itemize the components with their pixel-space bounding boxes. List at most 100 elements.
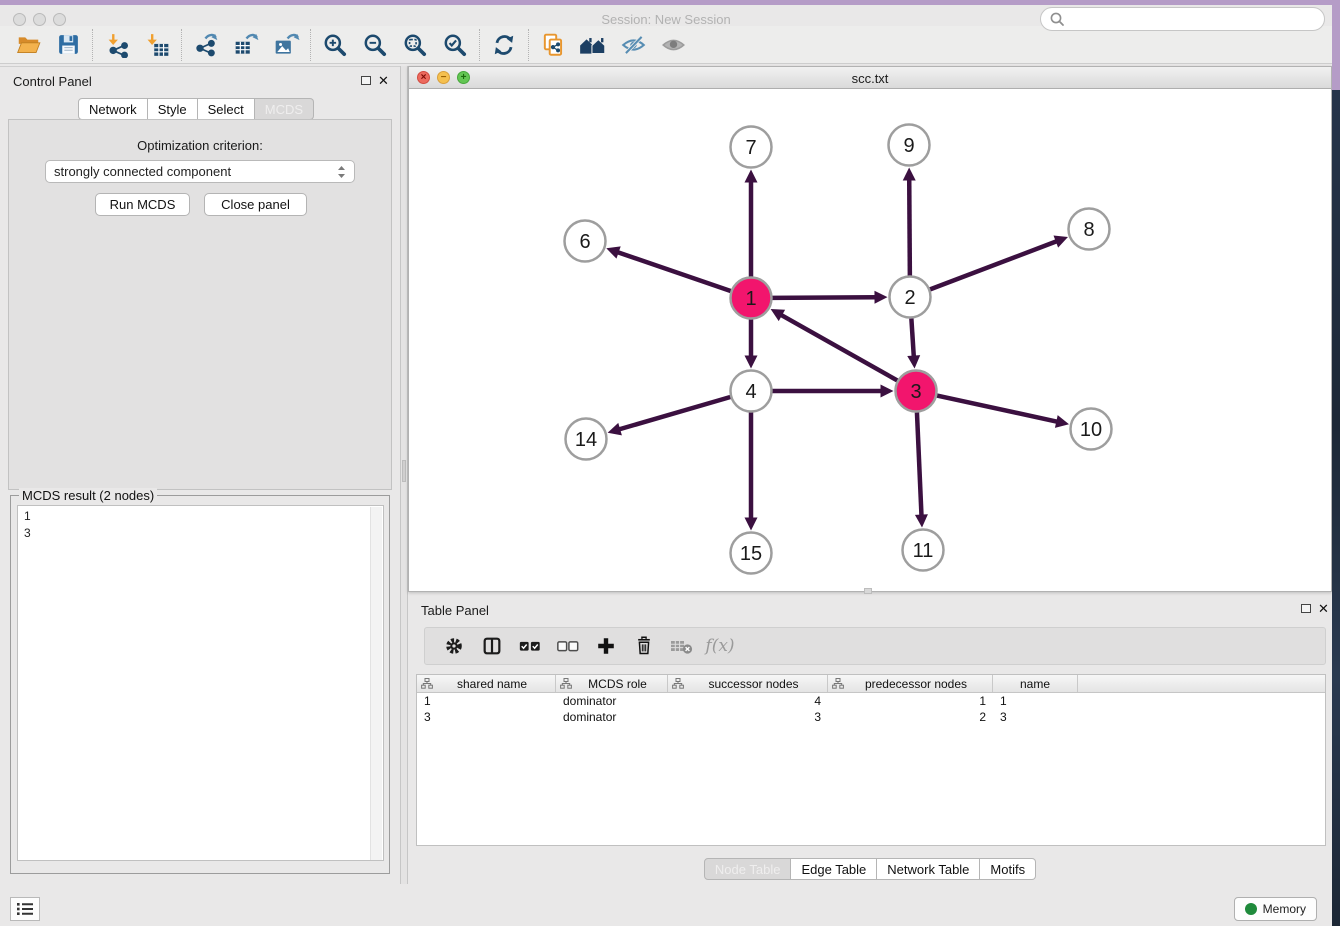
table-cell[interactable]: 1 (993, 693, 1078, 709)
table-body: 1dominator4113dominator323 (417, 693, 1325, 725)
table-cell[interactable]: 3 (417, 709, 556, 725)
close-table-panel-icon[interactable]: ✕ (1318, 603, 1329, 615)
column-header-MCDS-role[interactable]: MCDS role (556, 675, 668, 692)
graph-node-label-6: 6 (579, 231, 590, 253)
table-cell[interactable]: dominator (556, 693, 668, 709)
home-view-button[interactable] (573, 29, 613, 61)
table-tab-edge-table[interactable]: Edge Table (791, 858, 877, 880)
save-session-button[interactable] (48, 29, 88, 61)
tab-select[interactable]: Select (198, 98, 255, 120)
zoom-out-button[interactable] (355, 29, 395, 61)
column-header-predecessor-nodes[interactable]: predecessor nodes (828, 675, 993, 692)
column-header-shared-name[interactable]: shared name (417, 675, 556, 692)
edge-arrow-1-2 (874, 291, 887, 304)
delete-table-button[interactable] (663, 630, 701, 662)
table-cell[interactable]: 3 (668, 709, 828, 725)
graph-node-label-2: 2 (904, 287, 915, 309)
edge-3-11[interactable] (917, 412, 922, 516)
close-panel-icon[interactable]: ✕ (378, 75, 389, 87)
edge-1-2[interactable] (772, 297, 876, 298)
column-header-successor-nodes[interactable]: successor nodes (668, 675, 828, 692)
sort-tree-icon (421, 678, 433, 689)
run-mcds-button[interactable]: Run MCDS (95, 193, 190, 216)
main-toolbar (0, 26, 1332, 64)
add-button[interactable] (587, 630, 625, 662)
task-history-button[interactable] (10, 897, 40, 921)
network-canvas[interactable]: 7968124314101511 (409, 89, 1331, 591)
search-input[interactable] (1065, 11, 1316, 27)
graph-node-label-3: 3 (910, 381, 921, 403)
vertical-splitter[interactable] (400, 66, 408, 884)
edge-1-6[interactable] (617, 252, 731, 291)
zoom-selected-button[interactable] (435, 29, 475, 61)
delete-button[interactable] (625, 630, 663, 662)
zoom-out-icon (362, 32, 388, 58)
zoom-in-button[interactable] (315, 29, 355, 61)
float-panel-icon[interactable] (361, 76, 371, 85)
edge-3-1[interactable] (780, 314, 897, 380)
export-table-button[interactable] (226, 29, 266, 61)
hide-graphics-details-button[interactable] (613, 29, 653, 61)
mcds-result-group: MCDS result (2 nodes) 13 (10, 495, 390, 874)
table-cell[interactable]: 2 (828, 709, 993, 725)
table-cell[interactable]: 1 (828, 693, 993, 709)
search-field[interactable] (1040, 7, 1325, 31)
app-window: Session: New Session Control Panel ✕ Net… (0, 0, 1340, 926)
close-panel-button[interactable]: Close panel (204, 193, 307, 216)
table-cell[interactable]: 4 (668, 693, 828, 709)
edge-2-8[interactable] (930, 241, 1058, 289)
edge-arrow-2-9 (903, 167, 916, 180)
edge-arrow-1-7 (745, 170, 758, 183)
result-scrollbar[interactable] (370, 507, 382, 861)
tab-style[interactable]: Style (148, 98, 198, 120)
duplicate-network-button[interactable] (533, 29, 573, 61)
open-session-button[interactable] (8, 29, 48, 61)
criterion-select[interactable]: strongly connected component (45, 160, 355, 183)
edge-2-9[interactable] (909, 178, 910, 275)
splitter-grip[interactable] (402, 460, 406, 482)
table-tab-network-table[interactable]: Network Table (877, 858, 980, 880)
memory-button[interactable]: Memory (1234, 897, 1317, 921)
deselect-all-button[interactable] (549, 630, 587, 662)
tab-network[interactable]: Network (78, 98, 148, 120)
criterion-value: strongly connected component (54, 164, 231, 179)
edge-4-14[interactable] (618, 397, 730, 430)
column-header-name[interactable]: name (993, 675, 1078, 692)
table-cell[interactable]: 3 (993, 709, 1078, 725)
network-window-titlebar: × − + scc.txt (409, 67, 1331, 89)
float-table-panel-icon[interactable] (1301, 604, 1311, 613)
edge-arrow-1-4 (745, 356, 758, 369)
mcds-result-list[interactable]: 13 (17, 505, 384, 861)
select-all-button[interactable] (511, 630, 549, 662)
function-builder-button[interactable]: f(x) (701, 630, 739, 662)
table-cell[interactable]: dominator (556, 709, 668, 725)
split-view-button[interactable] (473, 630, 511, 662)
graph-node-label-15: 15 (740, 543, 762, 565)
desktop-edge-right-top (1332, 0, 1340, 90)
table-settings-button[interactable] (435, 630, 473, 662)
table-toolbar: f(x) (424, 627, 1326, 665)
zoom-in-icon (322, 32, 348, 58)
optimization-label: Optimization criterion: (9, 138, 391, 153)
show-graphics-details-button[interactable] (653, 29, 693, 61)
tab-mcds[interactable]: MCDS (255, 98, 314, 120)
table-tab-motifs[interactable]: Motifs (980, 858, 1036, 880)
export-network-button[interactable] (186, 29, 226, 61)
edge-3-10[interactable] (937, 396, 1058, 422)
import-network-button[interactable] (97, 29, 137, 61)
table-row[interactable]: 3dominator323 (417, 709, 1325, 725)
refresh-view-button[interactable] (484, 29, 524, 61)
show-graphics-details-icon (660, 32, 687, 58)
import-table-button[interactable] (137, 29, 177, 61)
table-tab-node-table[interactable]: Node Table (704, 858, 792, 880)
table-row[interactable]: 1dominator411 (417, 693, 1325, 709)
zoom-selected-icon (442, 32, 468, 58)
horizontal-splitter-grip[interactable] (864, 588, 872, 594)
select-stepper-icon (337, 165, 346, 179)
table-cell[interactable]: 1 (417, 693, 556, 709)
export-image-button[interactable] (266, 29, 306, 61)
edge-2-3[interactable] (911, 318, 913, 357)
toolbar-separator (92, 29, 93, 61)
graph-node-label-7: 7 (745, 137, 756, 159)
zoom-fit-button[interactable] (395, 29, 435, 61)
